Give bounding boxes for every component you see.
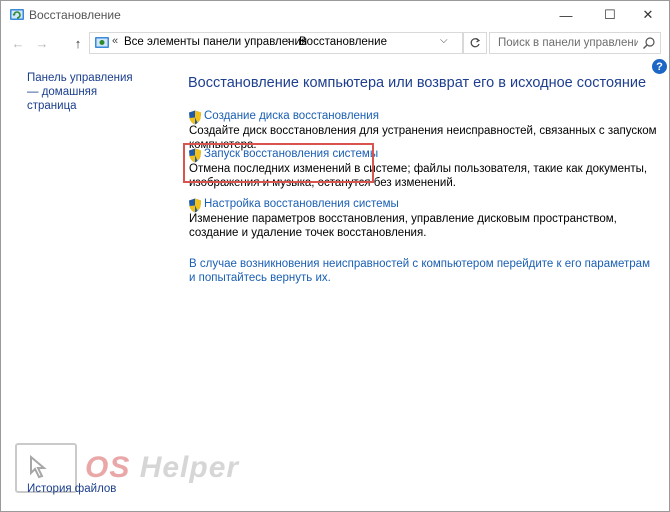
uac-shield-icon — [189, 198, 201, 213]
file-history-link[interactable]: История файлов — [27, 483, 116, 495]
refresh-button[interactable] — [463, 32, 487, 54]
maximize-button[interactable]: ☐ — [595, 3, 625, 27]
address-bar[interactable]: « Все элементы панели управления › Восст… — [89, 32, 463, 54]
recovery-app-icon — [10, 9, 24, 20]
control-panel-icon — [95, 37, 109, 48]
refresh-icon — [470, 38, 481, 48]
uac-shield-icon — [189, 110, 201, 125]
breadcrumb-all-items[interactable]: Все элементы панели управления — [124, 36, 307, 48]
highlight-box — [183, 143, 374, 183]
minimize-button[interactable]: — — [551, 3, 581, 27]
search-icon[interactable] — [642, 36, 656, 50]
up-arrow-icon[interactable]: ↑ — [69, 34, 87, 52]
back-arrow-icon[interactable]: ← — [9, 34, 27, 52]
troubleshoot-settings-link[interactable]: В случае возникновения неисправностей с … — [189, 257, 659, 285]
breadcrumb-overflow[interactable]: « — [112, 35, 118, 47]
forward-arrow-icon[interactable]: → — [33, 34, 51, 52]
watermark-os: OS — [85, 451, 131, 484]
watermark-text: OS Helper — [85, 451, 239, 485]
search-box[interactable] — [489, 32, 661, 54]
watermark-helper: Helper — [130, 451, 240, 484]
navigation-bar: ← → ↑ « Все элементы панели управления ›… — [1, 29, 669, 57]
configure-system-restore-description: Изменение параметров восстановления, упр… — [189, 213, 617, 239]
cursor-arrow-icon — [30, 454, 47, 479]
close-button[interactable]: ✕ — [633, 3, 663, 27]
control-panel-home-link[interactable]: Панель управления — домашняя страница — [27, 71, 147, 113]
help-icon[interactable]: ? — [652, 59, 667, 74]
recovery-window: Восстановление — ☐ ✕ ← → ↑ « Все элемент… — [0, 0, 670, 512]
page-title: Восстановление компьютера или возврат ег… — [188, 75, 647, 91]
configure-system-restore-link[interactable]: Настройка восстановления системы — [204, 198, 399, 210]
title-bar: Восстановление — ☐ ✕ — [1, 1, 669, 29]
breadcrumb-separator[interactable]: › — [287, 35, 291, 47]
breadcrumb-recovery[interactable]: Восстановление — [299, 36, 387, 48]
search-input[interactable] — [490, 33, 638, 53]
create-recovery-drive-link[interactable]: Создание диска восстановления — [204, 110, 379, 122]
address-dropdown-icon[interactable]: ⌵ — [440, 35, 448, 46]
window-title: Восстановление — [29, 8, 121, 22]
